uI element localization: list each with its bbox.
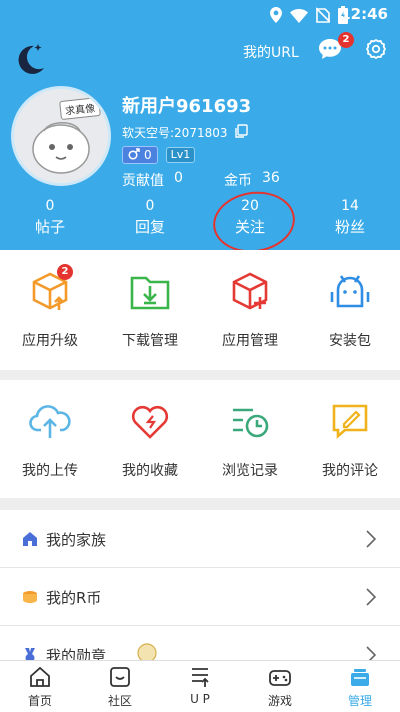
nav-up[interactable]: U P bbox=[160, 661, 240, 712]
location-icon bbox=[270, 7, 282, 27]
grid-label: 我的评论 bbox=[322, 463, 378, 479]
download-manage-button[interactable]: 下载管理 bbox=[100, 250, 200, 370]
gold-value: 36 bbox=[262, 170, 280, 186]
gender-count: 0 bbox=[144, 148, 152, 162]
my-url-link[interactable]: 我的URL bbox=[243, 42, 299, 62]
night-mode-icon[interactable] bbox=[12, 40, 48, 80]
grid-label: 我的上传 bbox=[22, 463, 78, 479]
bottom-navigation: 首页 社区 U P 游戏 管理 bbox=[0, 660, 400, 712]
gender-badge: 0 bbox=[122, 146, 158, 164]
chevron-right-icon bbox=[366, 530, 377, 552]
contribution-value: 0 bbox=[174, 170, 183, 186]
grid-label: 浏览记录 bbox=[222, 463, 278, 479]
message-button[interactable]: 2 bbox=[318, 32, 354, 66]
nav-label: 管理 bbox=[347, 694, 372, 708]
nav-community[interactable]: 社区 bbox=[80, 661, 160, 712]
grid-label: 应用管理 bbox=[222, 333, 278, 349]
rtid-text: 软天空号:2071803 bbox=[122, 126, 228, 140]
community-icon bbox=[108, 665, 132, 689]
gold-label: 金币 bbox=[224, 173, 252, 189]
message-icon bbox=[318, 39, 342, 64]
avatar[interactable]: 求真像 bbox=[11, 86, 111, 186]
home-icon bbox=[28, 665, 52, 689]
grid-label: 安装包 bbox=[329, 333, 371, 349]
up-icon bbox=[188, 665, 212, 689]
grid-label: 应用升级 bbox=[22, 333, 78, 349]
browse-history-button[interactable]: 浏览记录 bbox=[200, 380, 300, 498]
upgrade-badge: 2 bbox=[57, 264, 73, 280]
clock: 12:46 bbox=[340, 5, 388, 23]
nav-label: 游戏 bbox=[267, 694, 292, 708]
chevron-right-icon bbox=[366, 588, 377, 610]
app-upgrade-button[interactable]: 2 应用升级 bbox=[0, 250, 100, 370]
stat-number: 0 bbox=[145, 198, 155, 214]
medal-badge-icon bbox=[136, 642, 158, 662]
rcoin-icon bbox=[22, 589, 38, 605]
upload-icon bbox=[29, 400, 71, 442]
my-content-panel: 我的上传 我的收藏 浏览记录 我的评论 bbox=[0, 380, 400, 498]
contribution-row: 贡献值 0 bbox=[122, 170, 183, 190]
settings-button[interactable] bbox=[364, 38, 388, 66]
male-icon bbox=[128, 147, 140, 163]
stat-label: 回复 bbox=[134, 218, 165, 236]
list-item-medal[interactable]: 我的勋章 bbox=[0, 626, 400, 662]
badge-row: 0 Lv1 bbox=[122, 146, 196, 164]
list-item-label: 我的家族 bbox=[46, 531, 107, 549]
comment-icon bbox=[329, 400, 371, 442]
stat-replies[interactable]: 0 回复 bbox=[100, 198, 200, 237]
message-badge: 2 bbox=[338, 32, 354, 48]
stat-fans[interactable]: 14 粉丝 bbox=[300, 198, 400, 237]
my-comments-button[interactable]: 我的评论 bbox=[300, 380, 400, 498]
status-icons bbox=[270, 6, 348, 28]
family-icon bbox=[22, 531, 38, 547]
list-item-family[interactable]: 我的家族 bbox=[0, 510, 400, 568]
stat-posts[interactable]: 0 帖子 bbox=[0, 198, 100, 237]
status-bar: 12:46 bbox=[0, 0, 400, 30]
stat-number: 14 bbox=[341, 198, 359, 214]
grid-label: 我的收藏 bbox=[122, 463, 178, 479]
manage-icon bbox=[348, 665, 372, 689]
stat-number: 0 bbox=[45, 198, 55, 214]
history-icon bbox=[229, 400, 271, 442]
nav-label: 社区 bbox=[107, 694, 132, 708]
profile-header: 我的URL 2 求真像 新用户961693 软天空号:2071803 0 Lv1… bbox=[0, 30, 400, 258]
download-manage-icon bbox=[129, 270, 171, 312]
nav-label: U P bbox=[190, 692, 210, 706]
app-upgrade-icon: 2 bbox=[29, 264, 73, 312]
app-manage-icon bbox=[229, 270, 271, 312]
game-icon bbox=[268, 665, 292, 689]
grid-label: 下载管理 bbox=[122, 333, 178, 349]
username: 新用户961693 bbox=[122, 96, 252, 117]
nav-home[interactable]: 首页 bbox=[0, 661, 80, 712]
list-item-rcoin[interactable]: 我的R币 bbox=[0, 568, 400, 626]
favorite-icon bbox=[129, 400, 171, 442]
copy-icon[interactable] bbox=[234, 124, 248, 141]
nav-label: 首页 bbox=[27, 694, 52, 708]
install-package-button[interactable]: 安装包 bbox=[300, 250, 400, 370]
list-item-label: 我的R币 bbox=[46, 589, 102, 607]
level-badge: Lv1 bbox=[165, 147, 196, 163]
app-manage-button[interactable]: 应用管理 bbox=[200, 250, 300, 370]
nav-game[interactable]: 游戏 bbox=[240, 661, 320, 712]
stat-label: 粉丝 bbox=[334, 218, 365, 236]
my-favorites-button[interactable]: 我的收藏 bbox=[100, 380, 200, 498]
nav-manage[interactable]: 管理 bbox=[320, 661, 400, 712]
rtid-row: 软天空号:2071803 bbox=[122, 124, 248, 141]
stats-row: 0 帖子 0 回复 20 关注 14 粉丝 bbox=[0, 198, 400, 250]
install-package-icon bbox=[329, 270, 371, 312]
settings-list: 我的家族 我的R币 我的勋章 bbox=[0, 510, 400, 662]
gear-icon bbox=[364, 38, 388, 66]
app-tools-panel: 2 应用升级 下载管理 应用管理 安装包 bbox=[0, 250, 400, 370]
contribution-label: 贡献值 bbox=[122, 173, 164, 189]
wifi-icon bbox=[290, 8, 308, 27]
my-upload-button[interactable]: 我的上传 bbox=[0, 380, 100, 498]
gold-row: 金币 36 bbox=[224, 170, 280, 190]
no-sim-icon bbox=[315, 7, 331, 27]
stat-label: 帖子 bbox=[34, 218, 65, 236]
